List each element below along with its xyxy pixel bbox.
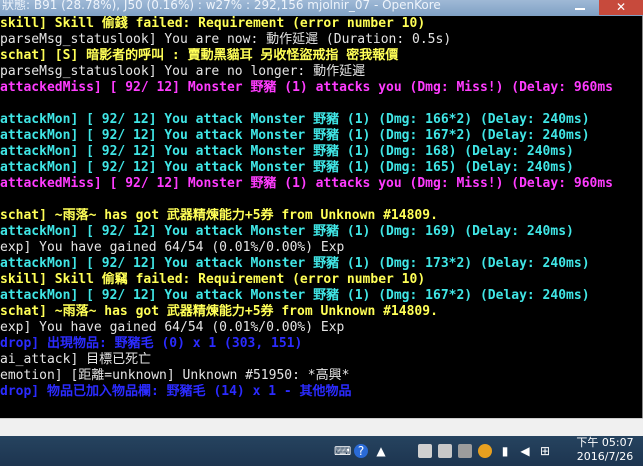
clock-date: 2016/7/26 [576, 450, 634, 463]
horizontal-scrollbar[interactable] [0, 418, 643, 437]
console-line: parseMsg_statuslook] You are no longer: … [0, 64, 366, 79]
console-output: skill] Skill 偷錢 failed: Requirement (err… [0, 16, 643, 418]
console-line: attackMon] [ 92/ 12] You attack Monster … [0, 128, 590, 143]
console-line: schat] ~雨落~ has got 武器精煉能力+5券 from Unkno… [0, 304, 438, 319]
app-icon[interactable] [418, 444, 432, 458]
console-line: exp] You have gained 64/54 (0.01%/0.00%)… [0, 240, 345, 255]
help-icon[interactable]: ? [354, 444, 368, 458]
console-line: attackMon] [ 92/ 12] You attack Monster … [0, 256, 590, 271]
windows-icon[interactable]: ⊞ [538, 444, 552, 458]
console-line: attackedMiss] [ 92/ 12] Monster 野豬 (1) a… [0, 176, 613, 191]
console-line: drop] 出現物品: 野豬毛 (0) x 1 (303, 151) [0, 336, 303, 351]
app-icon[interactable] [478, 444, 492, 458]
console-line: emotion] [距離=unknown] Unknown #51950: *高… [0, 368, 350, 383]
console-line: schat] [S] 暗影者的呼叫 : 賣動黑貓耳 另收怪盜戒指 密我報價 [0, 48, 399, 63]
close-button[interactable]: ✕ [599, 0, 643, 15]
console-line: attackMon] [ 92/ 12] You attack Monster … [0, 160, 574, 175]
network-icon[interactable]: ▮ [498, 444, 512, 458]
keyboard-icon[interactable]: ⌨ [334, 444, 351, 458]
console-line: attackMon] [ 92/ 12] You attack Monster … [0, 112, 590, 127]
title-bar: 狀態: B91 (28.78%), J50 (0.16%) : w27% : 2… [0, 0, 643, 16]
console-line: attackMon] [ 92/ 12] You attack Monster … [0, 224, 574, 239]
console-line: parseMsg_statuslook] You are now: 動作延遲 (… [0, 32, 452, 47]
console-line: schat] ~雨落~ has got 武器精煉能力+5券 from Unkno… [0, 208, 438, 223]
console-line: exp] You have gained 64/54 (0.01%/0.00%)… [0, 320, 345, 335]
console-line: skill] Skill 偷錢 failed: Requirement (err… [0, 16, 426, 31]
window-title: 狀態: B91 (28.78%), J50 (0.16%) : w27% : 2… [2, 0, 441, 12]
console-line: ai_attack] 目標已死亡 [0, 352, 152, 367]
minimize-button[interactable] [565, 0, 595, 14]
clock-time: 下午 05:07 [576, 436, 634, 449]
app-icon[interactable] [438, 444, 452, 458]
console-line: skill] Skill 偷竊 failed: Requirement (err… [0, 272, 426, 287]
volume-icon[interactable]: ◀ [518, 444, 532, 458]
console-line: attackMon] [ 92/ 12] You attack Monster … [0, 288, 590, 303]
clock[interactable]: 下午 05:07 2016/7/26 [573, 436, 637, 466]
console-line: drop] 物品已加入物品欄: 野豬毛 (14) x 1 - 其他物品 [0, 384, 352, 399]
app-icon[interactable] [458, 444, 472, 458]
taskbar: ⌨ ? ▲ ▮ ◀ ⊞ 下午 05:07 2016/7/26 [0, 436, 643, 466]
console-line: attackedMiss] [ 92/ 12] Monster 野豬 (1) a… [0, 80, 613, 95]
console-line: attackMon] [ 92/ 12] You attack Monster … [0, 144, 574, 159]
chevron-up-icon[interactable]: ▲ [374, 444, 388, 458]
